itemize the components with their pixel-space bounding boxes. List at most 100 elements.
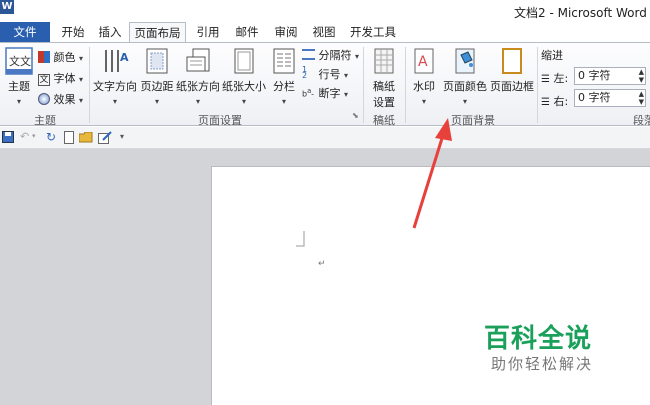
- chevron-down-icon: ▾: [79, 75, 84, 84]
- line-numbers-button[interactable]: 12 行号 ▾: [302, 66, 348, 82]
- watermark-button[interactable]: A 水印 ▾: [409, 47, 439, 107]
- themes-button[interactable]: 文文 主题 ▾: [2, 47, 36, 107]
- themes-label: 主题: [8, 80, 30, 93]
- save-icon[interactable]: [2, 131, 14, 143]
- theme-effects-label: 效果: [53, 93, 76, 106]
- ribbon-tabs: 文件 开始 插入 页面布局 引用 邮件 审阅 视图 开发工具: [0, 22, 650, 43]
- indent-left-label: ☰ 左:: [541, 70, 568, 86]
- theme-fonts-button[interactable]: 文 字体 ▾: [38, 70, 83, 86]
- margins-label: 页边距: [140, 80, 174, 93]
- chevron-down-icon: ▾: [16, 97, 21, 106]
- orientation-button[interactable]: 纸张方向 ▾: [176, 47, 220, 107]
- indent-right-label: ☰ 右:: [541, 93, 568, 109]
- window-title: 文档2 - Microsoft Word: [514, 6, 647, 20]
- columns-icon: [273, 48, 295, 74]
- edit-document-icon[interactable]: [98, 131, 112, 144]
- group-label-paragraph: 段落: [633, 114, 650, 127]
- word-app-icon[interactable]: W: [0, 0, 14, 14]
- open-folder-icon[interactable]: [79, 132, 93, 143]
- line-numbers-label: 行号: [318, 68, 341, 81]
- breaks-button[interactable]: 分隔符 ▾: [302, 47, 359, 63]
- chevron-down-icon: ▾: [281, 97, 286, 106]
- orientation-icon: [186, 48, 210, 72]
- customize-toolbar-icon[interactable]: ▾: [120, 132, 124, 141]
- draft-paper-label-line1: 稿纸: [373, 80, 395, 93]
- indent-right-input[interactable]: 0 字符 ▲ ▼: [574, 89, 646, 107]
- svg-text:A: A: [120, 51, 129, 64]
- page-borders-button[interactable]: 页面边框: [489, 47, 535, 94]
- text-direction-button[interactable]: A 文字方向 ▾: [92, 47, 138, 107]
- chevron-down-icon[interactable]: ▾: [32, 132, 36, 140]
- orientation-label: 纸张方向: [176, 80, 220, 93]
- tab-page-layout[interactable]: 页面布局: [129, 22, 186, 43]
- chevron-down-icon: ▾: [344, 71, 349, 80]
- spinner-arrows-icon[interactable]: ▲ ▼: [639, 90, 644, 106]
- group-separator: [405, 47, 406, 123]
- group-label-theme: 主题: [34, 114, 56, 127]
- redo-icon[interactable]: ↻: [46, 130, 56, 144]
- indent-left-icon: ☰: [541, 74, 550, 85]
- tab-review[interactable]: 审阅: [267, 22, 305, 42]
- tab-developer[interactable]: 开发工具: [345, 22, 401, 42]
- brand-subtitle: 助你轻松解决: [491, 355, 594, 373]
- svg-text:文文: 文文: [9, 54, 31, 68]
- chevron-down-icon: ▾: [79, 96, 84, 105]
- draft-paper-icon: [374, 48, 394, 74]
- tab-view[interactable]: 视图: [306, 22, 342, 42]
- indent-left-text: 左:: [553, 72, 569, 85]
- page-break-icon: [302, 49, 315, 60]
- columns-label: 分栏: [273, 80, 295, 93]
- dialog-launcher-icon[interactable]: ⬊: [352, 111, 359, 120]
- line-numbers-icon: 12: [302, 65, 308, 80]
- hyphenation-button[interactable]: ba- 断字 ▾: [302, 85, 348, 101]
- theme-effects-button[interactable]: 效果 ▾: [38, 91, 83, 107]
- paint-bucket-icon: [455, 48, 475, 74]
- indent-right-value: 0 字符: [578, 91, 611, 104]
- page-corner-mark-icon: [296, 231, 305, 247]
- chevron-down-icon: ▾: [344, 90, 349, 99]
- chevron-down-icon: ▾: [462, 97, 467, 106]
- themes-icon: 文文: [5, 47, 33, 75]
- group-separator: [89, 47, 90, 123]
- watermark-label: 水印: [413, 80, 435, 93]
- theme-colors-button[interactable]: 颜色 ▾: [38, 49, 83, 65]
- size-button[interactable]: 纸张大小 ▾: [221, 47, 267, 107]
- group-label-page-setup: 页面设置: [198, 114, 242, 127]
- indent-right-icon: ☰: [541, 97, 550, 108]
- chevron-down-icon: ▾: [154, 97, 159, 106]
- chevron-down-icon: ▾: [195, 97, 200, 106]
- tab-references[interactable]: 引用: [190, 22, 226, 42]
- effects-icon: [38, 93, 50, 105]
- indent-left-input[interactable]: 0 字符 ▲ ▼: [574, 67, 646, 85]
- page-borders-label: 页面边框: [490, 80, 534, 93]
- hyphenation-label: 断字: [318, 87, 341, 100]
- undo-icon[interactable]: ↶: [20, 130, 29, 143]
- columns-button[interactable]: 分栏 ▾: [270, 47, 298, 107]
- brand-title: 百科全说: [484, 324, 593, 354]
- group-label-draft: 稿纸: [373, 114, 395, 127]
- paragraph-mark-icon: ↵: [318, 259, 326, 269]
- chevron-down-icon: ▾: [241, 97, 246, 106]
- tab-home[interactable]: 开始: [54, 22, 92, 42]
- page-color-button[interactable]: 页面颜色 ▾: [442, 47, 488, 107]
- margins-icon: [146, 48, 168, 74]
- margins-button[interactable]: 页边距 ▾: [139, 47, 175, 107]
- hyphenation-icon: ba-: [302, 87, 315, 99]
- new-document-icon[interactable]: [64, 131, 74, 144]
- tab-insert[interactable]: 插入: [92, 22, 128, 42]
- title-bar: W 文档2 - Microsoft Word: [0, 0, 650, 22]
- theme-colors-label: 颜色: [53, 51, 76, 64]
- indent-heading: 缩进: [541, 49, 563, 62]
- text-direction-icon: A: [105, 50, 129, 72]
- group-separator: [537, 47, 538, 123]
- tab-file[interactable]: 文件: [0, 22, 50, 42]
- text-direction-label: 文字方向: [93, 80, 137, 93]
- draft-paper-button[interactable]: 稿纸 设置: [368, 47, 400, 110]
- color-palette-icon: [38, 51, 50, 63]
- spinner-arrows-icon[interactable]: ▲ ▼: [639, 68, 644, 84]
- tab-mailings[interactable]: 邮件: [228, 22, 266, 42]
- group-label-page-background: 页面背景: [451, 114, 495, 127]
- ribbon: 文文 主题 ▾ 颜色 ▾ 文 字体 ▾ 效果 ▾ 主题 A 文字方向 ▾ 页边距…: [0, 42, 650, 127]
- chevron-down-icon: ▾: [79, 54, 84, 63]
- svg-text:A: A: [418, 54, 428, 70]
